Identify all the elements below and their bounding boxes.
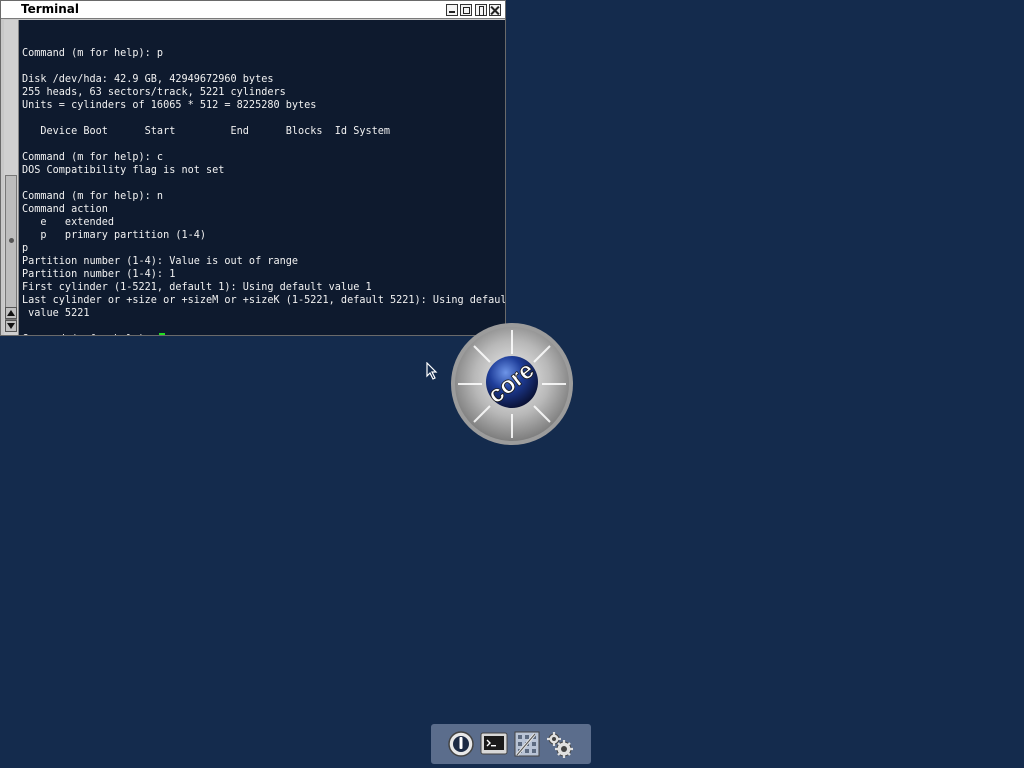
mouse-pointer-icon — [426, 362, 438, 380]
dock — [431, 724, 591, 764]
terminal-line: 255 heads, 63 sectors/track, 5221 cylind… — [22, 87, 286, 98]
terminal-prompt-line[interactable]: Command (m for help): — [22, 333, 505, 335]
settings-gears-icon[interactable] — [545, 730, 573, 758]
terminal-line: Disk /dev/hda: 42.9 GB, 42949672960 byte… — [22, 74, 274, 85]
window-titlebar[interactable]: Terminal — [1, 1, 505, 19]
core-logo: core — [451, 323, 573, 445]
terminal-line: value 5221 — [22, 308, 90, 319]
restore-button[interactable] — [475, 4, 487, 16]
terminal-line: Partition number (1-4): 1 — [22, 269, 176, 280]
power-icon[interactable] — [447, 730, 475, 758]
terminal-line: Command (m for help): c — [22, 152, 164, 163]
minimize-button[interactable] — [446, 4, 458, 16]
terminal-output[interactable]: Command (m for help): p Disk /dev/hda: 42… — [19, 20, 505, 335]
terminal-line: p primary partition (1-4) — [22, 230, 207, 241]
terminal-window[interactable]: Terminal Command (m for help): p Disk /de… — [0, 0, 506, 336]
terminal-prompt: Command (m for help): — [22, 334, 157, 335]
terminal-line: Last cylinder or +size or +sizeM or +siz… — [22, 295, 505, 306]
terminal-line: Command (m for help): n — [22, 191, 164, 202]
scrollbar-grip-icon — [9, 238, 14, 243]
terminal-scrollbar[interactable] — [4, 20, 19, 335]
terminal-line: First cylinder (1-5221, default 1): Usin… — [22, 282, 372, 293]
scroll-down-button[interactable] — [5, 320, 17, 332]
terminal-line: Device Boot Start End Blocks Id System — [22, 126, 391, 137]
close-button[interactable] — [489, 4, 501, 16]
scrollbar-thumb[interactable] — [5, 175, 17, 320]
terminal-icon[interactable] — [480, 730, 508, 758]
terminal-line: Partition number (1-4): Value is out of … — [22, 256, 299, 267]
terminal-line: Command action — [22, 204, 108, 215]
terminal-text: Command (m for help): p Disk /dev/hda: 42… — [22, 34, 505, 335]
apps-icon[interactable] — [513, 730, 541, 758]
maximize-button[interactable] — [460, 4, 472, 16]
terminal-line: e extended — [22, 217, 115, 228]
terminal-line: Command (m for help): p — [22, 48, 164, 59]
terminal-line: p — [22, 243, 29, 254]
terminal-line: Units = cylinders of 16065 * 512 = 82252… — [22, 100, 317, 111]
window-title: Terminal — [21, 2, 80, 16]
scroll-up-button[interactable] — [5, 307, 17, 319]
text-cursor — [158, 333, 165, 335]
terminal-line: DOS Compatibility flag is not set — [22, 165, 225, 176]
